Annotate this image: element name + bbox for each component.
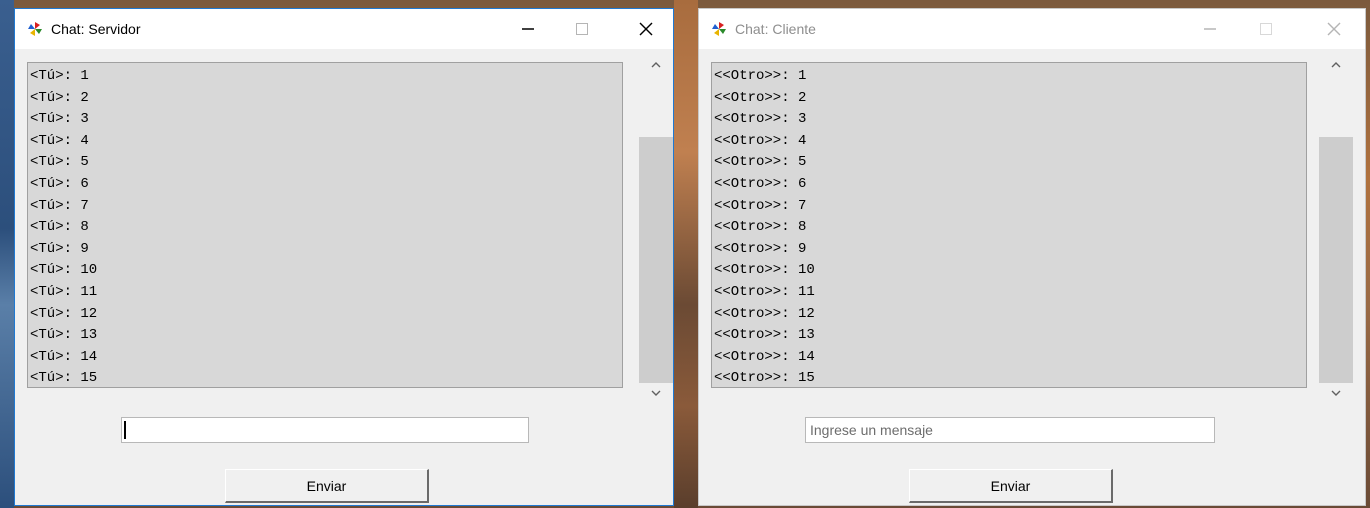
chat-message: <<Otro>>: 4: [714, 132, 807, 149]
chat-message: <Tú>: 4: [30, 132, 89, 149]
server-scroll-up-button[interactable]: [639, 51, 673, 79]
server-close-button[interactable]: [623, 9, 669, 49]
server-send-button[interactable]: Enviar: [225, 469, 429, 503]
chat-message: <<Otro>>: 8: [714, 219, 807, 236]
maximize-icon: [576, 23, 588, 35]
chat-message: <Tú>: 13: [30, 327, 98, 344]
minimize-icon: [522, 28, 534, 30]
client-send-button[interactable]: Enviar: [909, 469, 1113, 503]
server-scrollbar[interactable]: [639, 49, 673, 405]
client-chat-log[interactable]: <<Otro>>: 1 <<Otro>>: 2 <<Otro>>: 3 <<Ot…: [711, 62, 1307, 388]
chat-message: <<Otro>>: 3: [714, 111, 807, 128]
text-caret: [124, 421, 126, 439]
chat-message: <<Otro>>: 1: [714, 68, 807, 84]
chat-message: <<Otro>>: 13: [714, 327, 815, 344]
chevron-up-icon: [651, 62, 661, 68]
chat-message: <Tú>: 11: [30, 283, 98, 300]
client-message-input[interactable]: Ingrese un mensaje: [805, 417, 1215, 443]
chat-message: <<Otro>>: 14: [714, 348, 815, 365]
chat-message: <Tú>: 15: [30, 370, 98, 387]
chat-message: <<Otro>>: 5: [714, 154, 807, 171]
desktop-background-left: [0, 0, 14, 508]
chevron-down-icon: [1331, 390, 1341, 396]
pinwheel-icon: [28, 22, 42, 36]
minimize-icon: [1204, 28, 1216, 30]
server-minimize-button[interactable]: [505, 9, 551, 49]
chat-message: <Tú>: 3: [30, 111, 89, 128]
client-close-button[interactable]: [1311, 9, 1357, 49]
server-message-input[interactable]: [121, 417, 529, 443]
chat-message: <Tú>: 5: [30, 154, 89, 171]
chat-message: <<Otro>>: 11: [714, 283, 815, 300]
client-minimize-button[interactable]: [1187, 9, 1233, 49]
chat-message: <<Otro>>: 10: [714, 262, 815, 279]
client-window-title: Chat: Cliente: [735, 21, 816, 37]
chat-message: <Tú>: 12: [30, 305, 98, 322]
close-icon: [1327, 22, 1341, 36]
server-chat-window: Chat: Servidor <Tú>: 1 <Tú>: 2 <Tú>: 3 <…: [14, 8, 674, 506]
chat-message: <Tú>: 2: [30, 89, 89, 106]
chat-message: <<Otro>>: 6: [714, 175, 807, 192]
chat-message: <Tú>: 1: [30, 68, 89, 84]
chat-message: <Tú>: 7: [30, 197, 89, 214]
client-scroll-up-button[interactable]: [1319, 51, 1353, 79]
server-window-title: Chat: Servidor: [51, 21, 141, 37]
server-titlebar[interactable]: Chat: Servidor: [15, 9, 673, 49]
chat-message: <<Otro>>: 2: [714, 89, 807, 106]
chat-message: <Tú>: 10: [30, 262, 98, 279]
chat-message: <<Otro>>: 9: [714, 240, 807, 257]
server-scroll-down-button[interactable]: [639, 379, 673, 407]
desktop-background-gap: [674, 0, 698, 508]
client-maximize-button[interactable]: [1243, 9, 1289, 49]
client-scroll-down-button[interactable]: [1319, 379, 1353, 407]
server-scrollbar-thumb[interactable]: [639, 137, 673, 383]
chat-message: <<Otro>>: 7: [714, 197, 807, 214]
chat-message: <Tú>: 9: [30, 240, 89, 257]
chevron-down-icon: [651, 390, 661, 396]
pinwheel-icon: [712, 22, 726, 36]
chevron-up-icon: [1331, 62, 1341, 68]
chat-message: <Tú>: 6: [30, 175, 89, 192]
client-input-placeholder: Ingrese un mensaje: [810, 422, 933, 438]
chat-message: <<Otro>>: 12: [714, 305, 815, 322]
chat-message: <<Otro>>: 15: [714, 370, 815, 387]
close-icon: [639, 22, 653, 36]
client-scrollbar[interactable]: [1319, 49, 1353, 405]
client-chat-window: Chat: Cliente <<Otro>>: 1 <<Otro>>: 2 <<…: [698, 8, 1366, 506]
chat-message: <Tú>: 8: [30, 219, 89, 236]
client-titlebar[interactable]: Chat: Cliente: [699, 9, 1365, 49]
server-chat-log[interactable]: <Tú>: 1 <Tú>: 2 <Tú>: 3 <Tú>: 4 <Tú>: 5 …: [27, 62, 623, 388]
server-maximize-button[interactable]: [559, 9, 605, 49]
chat-message: <Tú>: 14: [30, 348, 98, 365]
client-scrollbar-thumb[interactable]: [1319, 137, 1353, 383]
maximize-icon: [1260, 23, 1272, 35]
